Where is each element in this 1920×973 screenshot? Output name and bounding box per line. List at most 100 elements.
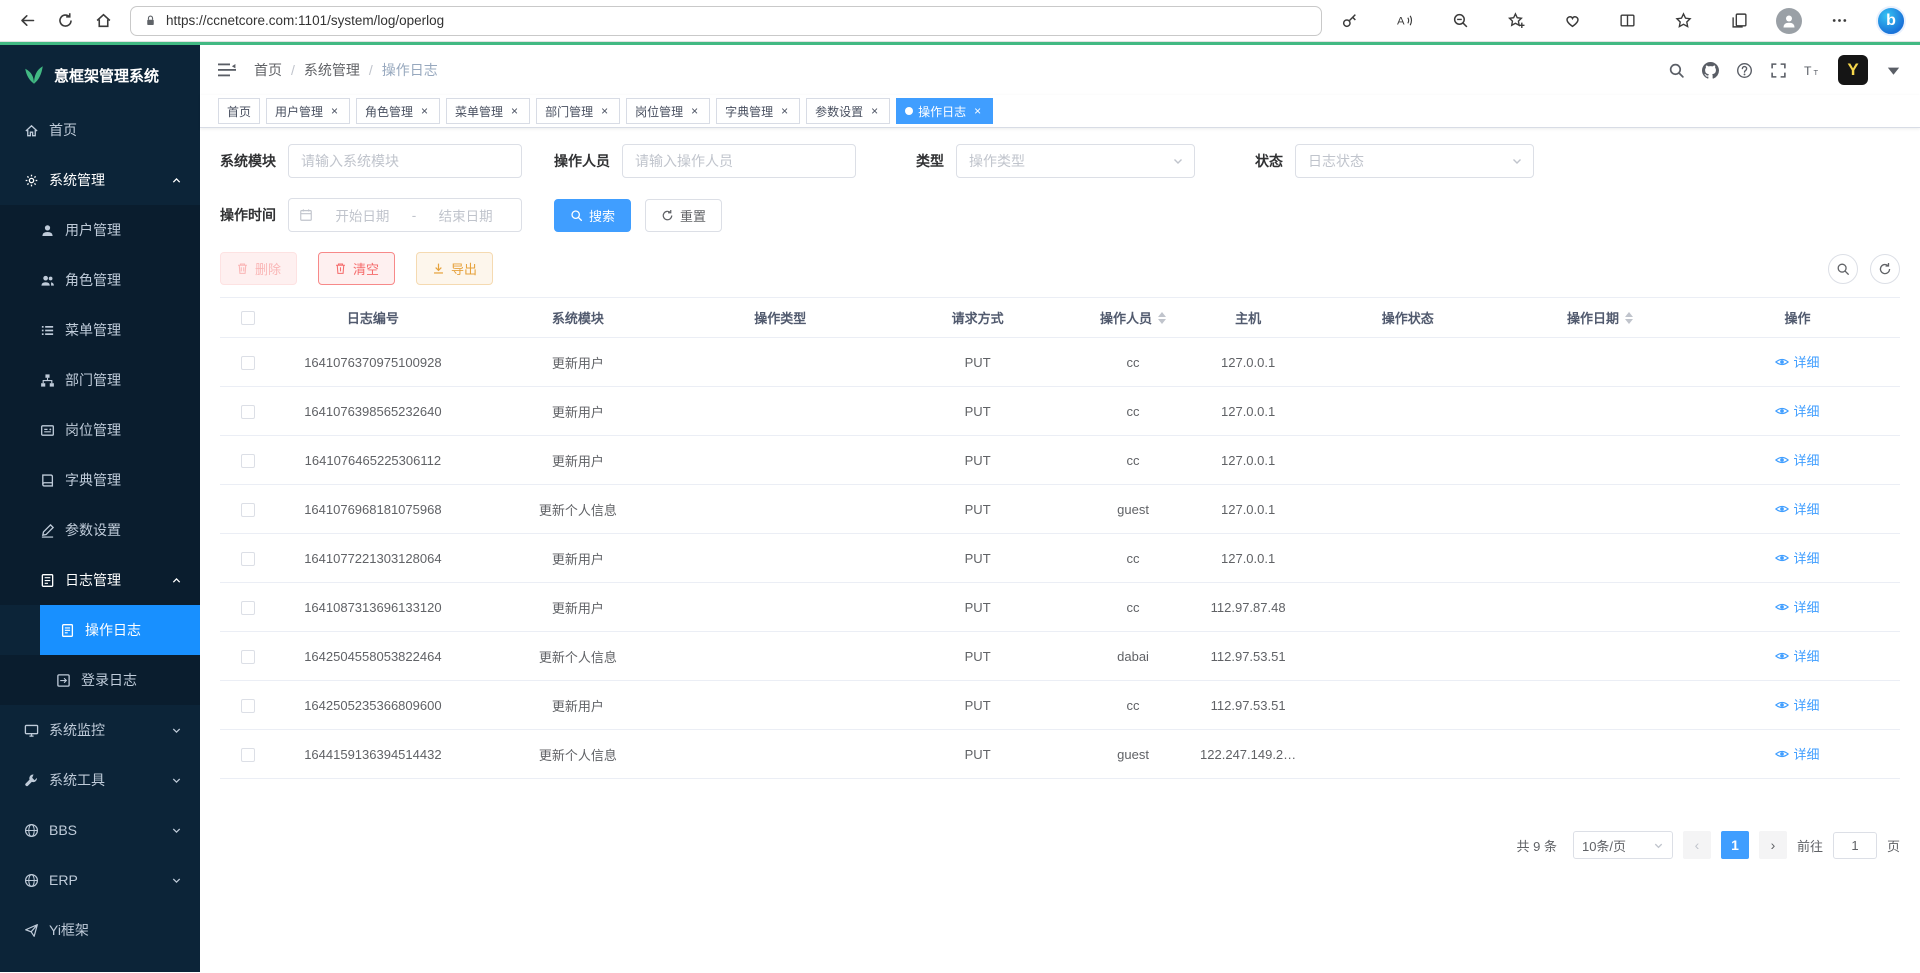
font-size-icon[interactable]: TT bbox=[1804, 62, 1821, 79]
search-button[interactable]: 搜索 bbox=[554, 199, 631, 232]
sidebar-item[interactable]: 日志管理 bbox=[0, 555, 200, 605]
detail-button[interactable]: 详细 bbox=[1775, 646, 1819, 665]
sidebar-item[interactable]: 操作日志 bbox=[40, 605, 200, 655]
browser-home-button[interactable] bbox=[84, 4, 122, 38]
tab[interactable]: 参数设置× bbox=[806, 98, 890, 124]
next-page-button[interactable]: › bbox=[1759, 831, 1787, 859]
tab-close-icon[interactable]: × bbox=[328, 104, 341, 118]
favorites-bar-icon[interactable] bbox=[1665, 4, 1703, 38]
sort-carets-icon[interactable] bbox=[1625, 312, 1633, 324]
goto-page-input[interactable] bbox=[1833, 832, 1877, 859]
row-checkbox[interactable] bbox=[241, 601, 255, 615]
sidebar-item[interactable]: 部门管理 bbox=[0, 355, 200, 405]
browser-refresh-button[interactable] bbox=[46, 4, 84, 38]
sidebar-item[interactable]: 系统监控 bbox=[0, 705, 200, 755]
clear-button[interactable]: 清空 bbox=[318, 252, 395, 285]
select-all-checkbox[interactable] bbox=[241, 311, 255, 325]
collections-icon[interactable] bbox=[1721, 4, 1759, 38]
breadcrumb-item[interactable]: 系统管理 bbox=[304, 60, 360, 80]
operator-input-wrap[interactable]: 请输入操作人员 bbox=[622, 144, 856, 178]
toggle-search-button[interactable] bbox=[1828, 254, 1858, 284]
refresh-table-button[interactable] bbox=[1870, 254, 1900, 284]
sidebar-item[interactable]: ERP bbox=[0, 855, 200, 905]
tab-close-icon[interactable]: × bbox=[971, 104, 984, 118]
sidebar-item[interactable]: 系统管理 bbox=[0, 155, 200, 205]
add-favorite-star-icon[interactable] bbox=[1497, 4, 1535, 38]
tab[interactable]: 部门管理× bbox=[536, 98, 620, 124]
detail-button[interactable]: 详细 bbox=[1775, 548, 1819, 567]
prev-page-button[interactable]: ‹ bbox=[1683, 831, 1711, 859]
detail-button[interactable]: 详细 bbox=[1775, 744, 1819, 763]
tab-close-icon[interactable]: × bbox=[688, 104, 701, 118]
sidebar-item[interactable]: 角色管理 bbox=[0, 255, 200, 305]
bing-icon[interactable]: b bbox=[1876, 6, 1906, 36]
github-icon[interactable] bbox=[1702, 62, 1719, 79]
detail-button[interactable]: 详细 bbox=[1775, 352, 1819, 371]
tab[interactable]: 用户管理× bbox=[266, 98, 350, 124]
sidebar-item[interactable]: 系统工具 bbox=[0, 755, 200, 805]
tab[interactable]: 菜单管理× bbox=[446, 98, 530, 124]
row-checkbox[interactable] bbox=[241, 503, 255, 517]
column-header: 日志编号 bbox=[275, 298, 470, 338]
row-checkbox[interactable] bbox=[241, 454, 255, 468]
tab[interactable]: 角色管理× bbox=[356, 98, 440, 124]
type-select[interactable]: 操作类型 bbox=[956, 144, 1195, 178]
tab[interactable]: 岗位管理× bbox=[626, 98, 710, 124]
zoom-out-icon[interactable] bbox=[1442, 4, 1480, 38]
module-input[interactable] bbox=[288, 144, 522, 178]
export-button[interactable]: 导出 bbox=[416, 252, 493, 285]
tab-close-icon[interactable]: × bbox=[868, 104, 881, 118]
read-aloud-icon[interactable]: A bbox=[1386, 4, 1424, 38]
reset-button[interactable]: 重置 bbox=[645, 199, 722, 232]
row-checkbox[interactable] bbox=[241, 699, 255, 713]
detail-button[interactable]: 详细 bbox=[1775, 401, 1819, 420]
page-1-button[interactable]: 1 bbox=[1721, 831, 1749, 859]
status-select[interactable]: 日志状态 bbox=[1295, 144, 1534, 178]
tab[interactable]: 首页 bbox=[218, 98, 260, 124]
tab-close-icon[interactable]: × bbox=[508, 104, 521, 118]
tab[interactable]: 字典管理× bbox=[716, 98, 800, 124]
sidebar-item[interactable]: 字典管理 bbox=[0, 455, 200, 505]
sort-carets-icon[interactable] bbox=[1158, 312, 1166, 324]
detail-button[interactable]: 详细 bbox=[1775, 499, 1819, 518]
chevron-down-icon[interactable] bbox=[1885, 62, 1902, 79]
tab-close-icon[interactable]: × bbox=[598, 104, 611, 118]
tab-close-icon[interactable]: × bbox=[418, 104, 431, 118]
sidebar-collapse-icon[interactable] bbox=[218, 61, 236, 79]
settings-more-icon[interactable] bbox=[1820, 4, 1858, 38]
row-checkbox[interactable] bbox=[241, 405, 255, 419]
user-avatar[interactable]: Y bbox=[1838, 55, 1868, 85]
sidebar-item[interactable]: Yi框架 bbox=[0, 905, 200, 955]
sidebar-item[interactable]: 首页 bbox=[0, 105, 200, 155]
address-bar[interactable]: https://ccnetcore.com:1101/system/log/op… bbox=[130, 6, 1322, 36]
sidebar-item[interactable]: 参数设置 bbox=[0, 505, 200, 555]
tab[interactable]: 操作日志× bbox=[896, 98, 993, 124]
sidebar-item[interactable]: 岗位管理 bbox=[0, 405, 200, 455]
app-logo[interactable]: 意框架管理系统 bbox=[0, 45, 200, 105]
password-key-icon[interactable] bbox=[1330, 4, 1368, 38]
page-size-select[interactable]: 10条/页 bbox=[1573, 831, 1673, 859]
date-range-input[interactable]: 开始日期 - 结束日期 bbox=[288, 198, 522, 232]
detail-button[interactable]: 详细 bbox=[1775, 450, 1819, 469]
split-screen-icon[interactable] bbox=[1609, 4, 1647, 38]
detail-button[interactable]: 详细 bbox=[1775, 695, 1819, 714]
sidebar-item[interactable]: BBS bbox=[0, 805, 200, 855]
browser-back-button[interactable] bbox=[8, 4, 46, 38]
help-icon[interactable] bbox=[1736, 62, 1753, 79]
search-icon[interactable] bbox=[1668, 62, 1685, 79]
delete-button[interactable]: 删除 bbox=[220, 252, 297, 285]
row-checkbox[interactable] bbox=[241, 552, 255, 566]
browser-profile-avatar[interactable] bbox=[1776, 8, 1802, 34]
row-checkbox[interactable] bbox=[241, 650, 255, 664]
browser-essentials-icon[interactable] bbox=[1553, 4, 1591, 38]
row-checkbox[interactable] bbox=[241, 748, 255, 762]
sidebar-item[interactable]: 用户管理 bbox=[0, 205, 200, 255]
tab-close-icon[interactable]: × bbox=[778, 104, 791, 118]
row-checkbox[interactable] bbox=[241, 356, 255, 370]
breadcrumb-item[interactable]: 首页 bbox=[254, 60, 282, 80]
fullscreen-icon[interactable] bbox=[1770, 62, 1787, 79]
detail-button[interactable]: 详细 bbox=[1775, 597, 1819, 616]
sidebar-item[interactable]: 登录日志 bbox=[0, 655, 200, 705]
sidebar-item[interactable]: 菜单管理 bbox=[0, 305, 200, 355]
operator-input[interactable]: 请输入操作人员 bbox=[635, 151, 733, 171]
